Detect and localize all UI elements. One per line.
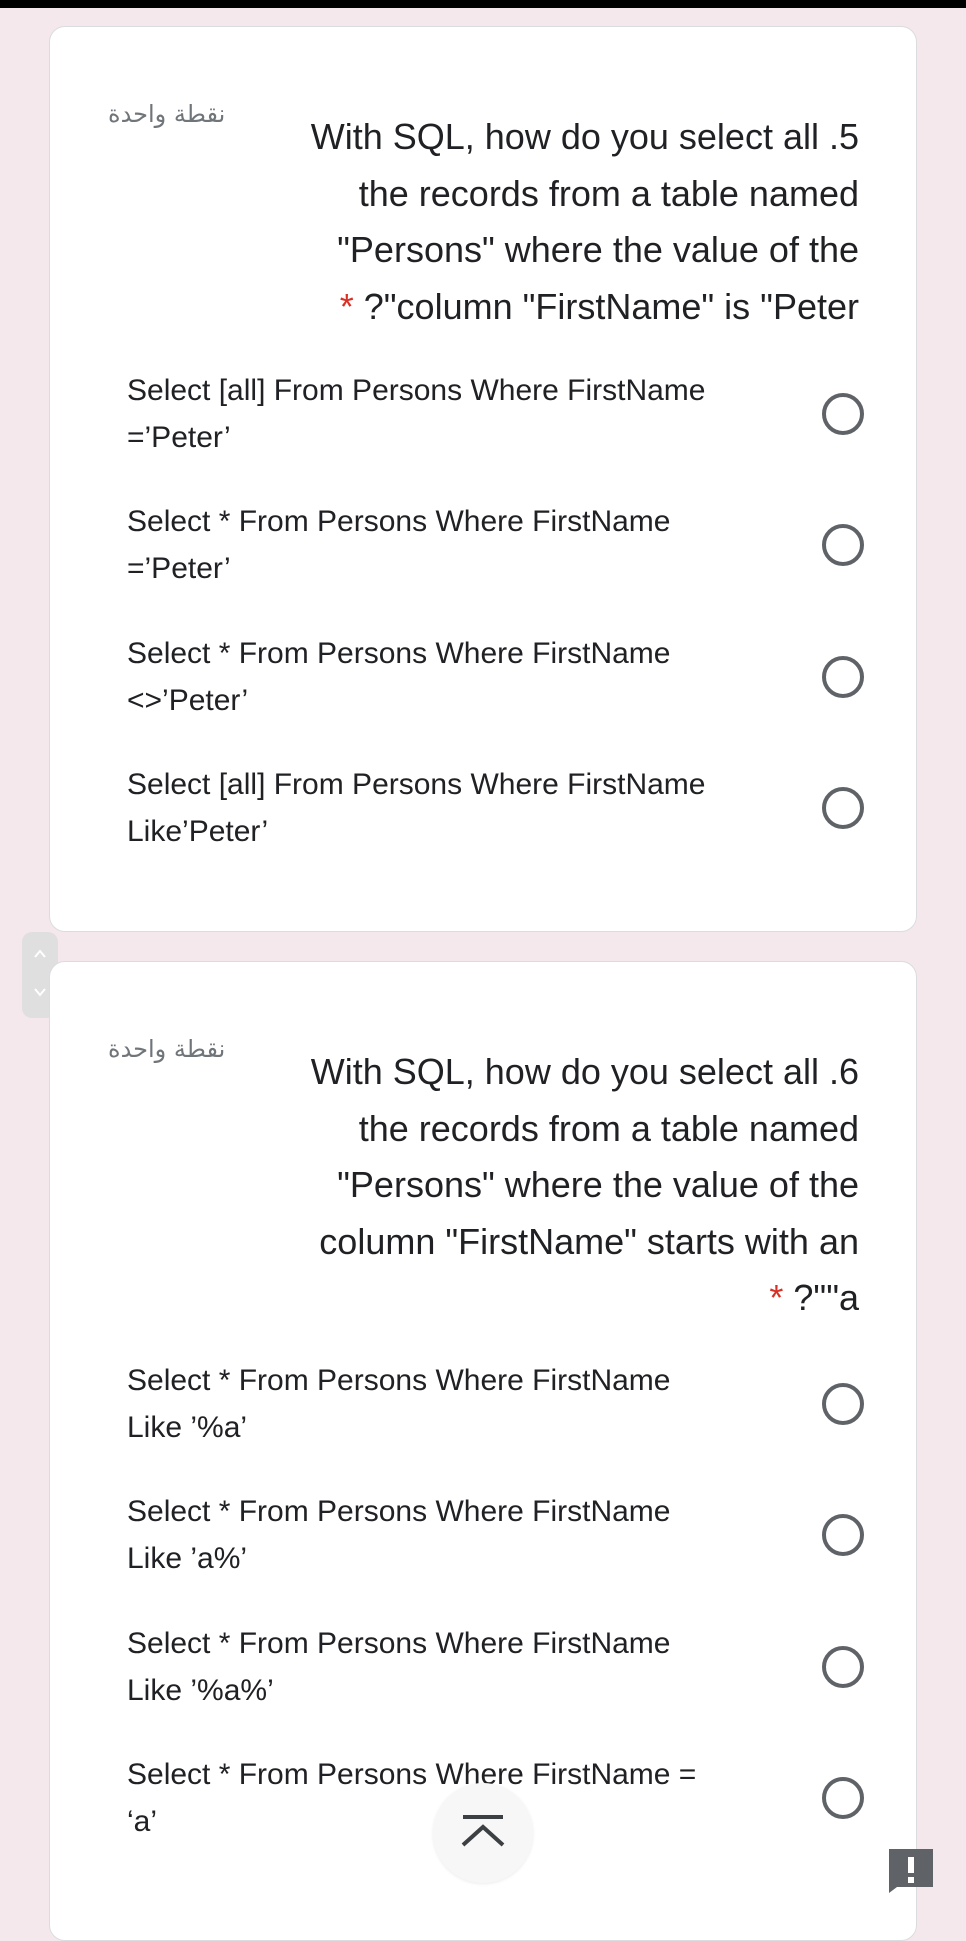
chevron-down-icon[interactable] xyxy=(32,984,48,1000)
option-label-line2: Like ’%a%’ xyxy=(127,1674,274,1707)
question-line-text: ?""a xyxy=(793,1277,859,1318)
option-row[interactable]: Select [all] From Persons Where FirstNam… xyxy=(127,761,867,871)
radio-button[interactable] xyxy=(822,1646,864,1688)
points-label: نقطة واحدة xyxy=(108,1035,226,1063)
option-label: Select * From Persons Where FirstName =’… xyxy=(127,498,787,592)
scroll-to-top-button[interactable] xyxy=(433,1783,533,1883)
question-line: "Persons" where the value of the xyxy=(337,1164,859,1205)
question-line: With SQL, how do you select all .6 xyxy=(310,1051,859,1092)
report-problem-icon xyxy=(889,1849,933,1893)
radio-button[interactable] xyxy=(822,1777,864,1819)
option-label: Select * From Persons Where FirstName Li… xyxy=(127,1488,787,1582)
option-label-line1: Select [all] From Persons Where FirstNam… xyxy=(127,374,706,407)
option-label: Select * From Persons Where FirstName <>… xyxy=(127,630,787,724)
option-label-line2: <>’Peter’ xyxy=(127,684,249,717)
option-label-line2: Like ’a%’ xyxy=(127,1542,248,1575)
option-label-line2: ‘a’ xyxy=(127,1805,158,1838)
option-label-line1: Select * From Persons Where FirstName xyxy=(127,505,671,538)
points-label: نقطة واحدة xyxy=(108,100,226,128)
question-line-last: * ?"column "FirstName" is "Peter xyxy=(311,279,859,336)
question-line: With SQL, how do you select all .5 xyxy=(310,116,859,157)
option-label-line2: =’Peter’ xyxy=(127,552,231,585)
question-title-5: With SQL, how do you select all .5 the r… xyxy=(311,109,859,335)
option-label-line1: Select * From Persons Where FirstName = xyxy=(127,1758,697,1791)
option-row[interactable]: Select * From Persons Where FirstName Li… xyxy=(127,1488,867,1598)
required-asterisk: * xyxy=(769,1277,784,1318)
radio-button[interactable] xyxy=(822,787,864,829)
required-asterisk: * xyxy=(339,285,354,327)
option-label: Select [all] From Persons Where FirstNam… xyxy=(127,761,787,855)
option-label-line1: Select [all] From Persons Where FirstNam… xyxy=(127,768,706,801)
radio-button[interactable] xyxy=(822,656,864,698)
radio-button[interactable] xyxy=(822,1383,864,1425)
option-row[interactable]: Select [all] From Persons Where FirstNam… xyxy=(127,367,867,477)
option-label: Select * From Persons Where FirstName Li… xyxy=(127,1357,787,1451)
option-row[interactable]: Select * From Persons Where FirstName Li… xyxy=(127,1620,867,1730)
option-row[interactable]: Select * From Persons Where FirstName =’… xyxy=(127,498,867,608)
option-label: Select [all] From Persons Where FirstNam… xyxy=(127,367,787,461)
radio-button[interactable] xyxy=(822,524,864,566)
option-label-line1: Select * From Persons Where FirstName xyxy=(127,637,671,670)
option-label-line1: Select * From Persons Where FirstName xyxy=(127,1364,671,1397)
question-title-6: With SQL, how do you select all .6 the r… xyxy=(311,1044,859,1327)
report-problem-button[interactable] xyxy=(887,1847,935,1895)
question-line-last: * ?""a xyxy=(311,1270,859,1327)
option-label-line1: Select * From Persons Where FirstName xyxy=(127,1627,671,1660)
question-line: column "FirstName" starts with an xyxy=(319,1220,859,1262)
option-row[interactable]: Select * From Persons Where FirstName Li… xyxy=(127,1357,867,1467)
scroll-to-top-icon xyxy=(461,1815,505,1847)
radio-button[interactable] xyxy=(822,393,864,435)
question-card-5: نقطة واحدة With SQL, how do you select a… xyxy=(49,26,917,932)
option-label: Select * From Persons Where FirstName Li… xyxy=(127,1620,787,1714)
option-label-line2: Like’Peter’ xyxy=(127,815,269,848)
option-row[interactable]: Select * From Persons Where FirstName <>… xyxy=(127,630,867,740)
status-bar xyxy=(0,0,966,8)
option-label-line2: Like ’%a’ xyxy=(127,1411,248,1444)
option-label-line2: =’Peter’ xyxy=(127,421,231,454)
question-line: "Persons" where the value of the xyxy=(337,229,859,270)
question-line-text: ?"column "FirstName" is "Peter xyxy=(363,285,859,327)
radio-button[interactable] xyxy=(822,1514,864,1556)
option-label-line1: Select * From Persons Where FirstName xyxy=(127,1495,671,1528)
chevron-up-icon[interactable] xyxy=(32,946,48,962)
question-line: the records from a table named xyxy=(358,1107,859,1149)
question-line: the records from a table named xyxy=(358,172,859,214)
